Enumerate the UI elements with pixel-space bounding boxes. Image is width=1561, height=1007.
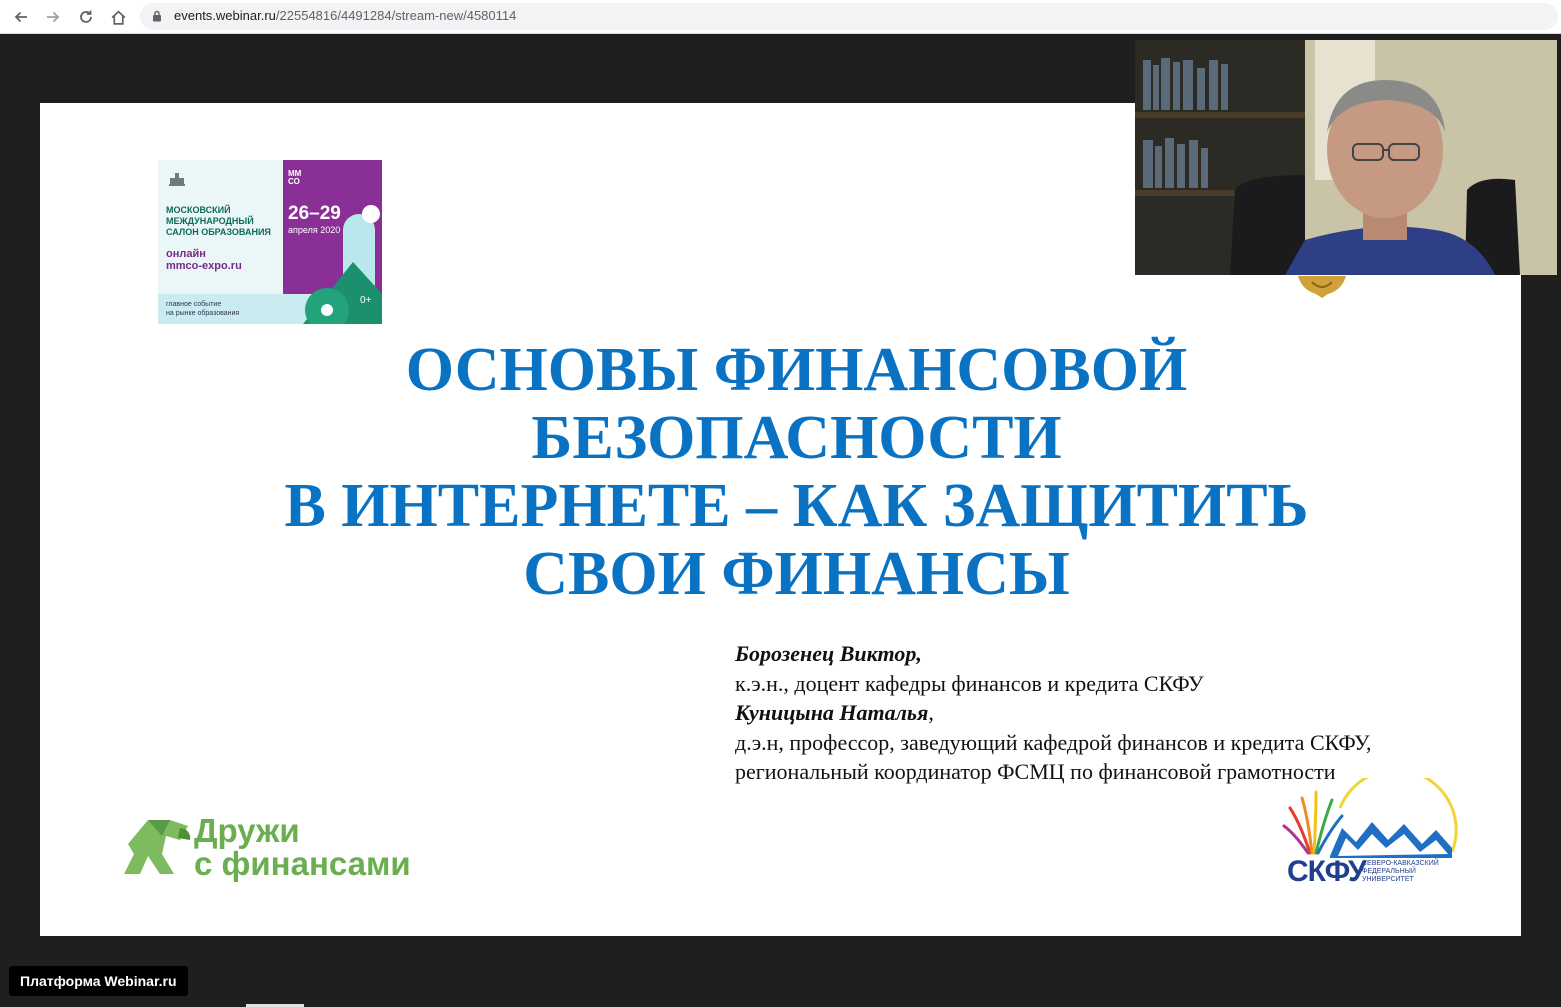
url-text[interactable]: events.webinar.ru/22554816/4491284/strea… — [174, 8, 516, 23]
back-arrow-icon — [14, 11, 27, 23]
title-line-1: ОСНОВЫ ФИНАНСОВОЙ — [405, 336, 1188, 404]
back-button[interactable] — [9, 5, 33, 29]
browser-toolbar: events.webinar.ru/22554816/4491284/strea… — [0, 0, 1561, 34]
expo-line2: МЕЖДУНАРОДНЫЙ — [166, 216, 254, 226]
title-line-4: СВОИ ФИНАНСЫ — [523, 540, 1070, 608]
skfu-logo-graphic — [1282, 778, 1458, 858]
platform-badge[interactable]: Платформа Webinar.ru — [9, 966, 188, 996]
forward-button[interactable] — [41, 5, 65, 29]
home-button[interactable] — [106, 5, 130, 29]
speaker-webcam-video[interactable] — [1135, 40, 1557, 275]
author-2-title: д.э.н, профессор, заведующий кафедрой фи… — [735, 729, 1372, 755]
expo-line1: МОСКОВСКИЙ — [166, 205, 231, 215]
forward-arrow-icon — [47, 11, 60, 23]
expo-online: онлайн — [166, 248, 206, 260]
expo-tagline1: главное событие — [166, 301, 222, 308]
author-1-title: к.э.н., доцент кафедры финансов и кредит… — [735, 670, 1204, 696]
authors-block: Борозенец Виктор, к.э.н., доцент кафедры… — [735, 639, 1372, 787]
expo-tagline2: на рынке образования — [166, 310, 240, 317]
url-path: /22554816/4491284/stream-new/4580114 — [275, 8, 517, 23]
home-icon — [111, 10, 125, 25]
webcam-scene — [1135, 40, 1557, 275]
expo-line3: САЛОН ОБРАЗОВАНИЯ — [166, 227, 271, 237]
expo-site: mmco-expo.ru — [166, 260, 242, 272]
skfu-logo: СКФУ СЕВЕРО-КАВКАЗСКИЙ ФЕДЕРАЛЬНЫЙ УНИВЕ… — [1280, 778, 1460, 890]
druzhi-line2: с финансами — [194, 845, 411, 882]
reload-button[interactable] — [74, 5, 98, 29]
expo-brand-bottom: СО — [288, 177, 300, 186]
emblem-icon — [1298, 276, 1346, 298]
slide-title: ОСНОВЫ ФИНАНСОВОЙ БЕЗОПАСНОСТИ В ИНТЕРНЕ… — [140, 336, 1453, 608]
skfu-abbr: СКФУ — [1287, 855, 1367, 888]
mmco-expo-banner: МОСКОВСКИЙ МЕЖДУНАРОДНЫЙ САЛОН ОБРАЗОВАН… — [158, 160, 382, 324]
expo-age-rating: 0+ — [360, 295, 372, 306]
author-1-name: Борозенец Виктор — [735, 641, 917, 666]
author-2-role: региональный координатор ФСМЦ по финансо… — [735, 759, 1336, 784]
skfu-full-name: СЕВЕРО-КАВКАЗСКИЙ ФЕДЕРАЛЬНЫЙ УНИВЕРСИТЕ… — [1362, 860, 1439, 883]
title-line-3: В ИНТЕРНЕТЕ – КАК ЗАЩИТИТЬ — [284, 472, 1309, 540]
druzhi-logo-icon — [124, 820, 191, 874]
address-bar[interactable]: events.webinar.ru/22554816/4491284/strea… — [140, 3, 1558, 30]
kremlin-icon — [169, 173, 185, 186]
druzhi-s-finansami-logo: Дружи с финансами — [114, 806, 434, 896]
url-host: events.webinar.ru — [174, 8, 276, 23]
title-line-2: БЕЗОПАСНОСТИ — [531, 404, 1062, 472]
lock-icon — [153, 10, 161, 22]
author-2-name: Куницына Наталья — [735, 700, 929, 725]
reload-icon — [80, 10, 92, 23]
druzhi-line1: Дружи — [194, 812, 300, 849]
